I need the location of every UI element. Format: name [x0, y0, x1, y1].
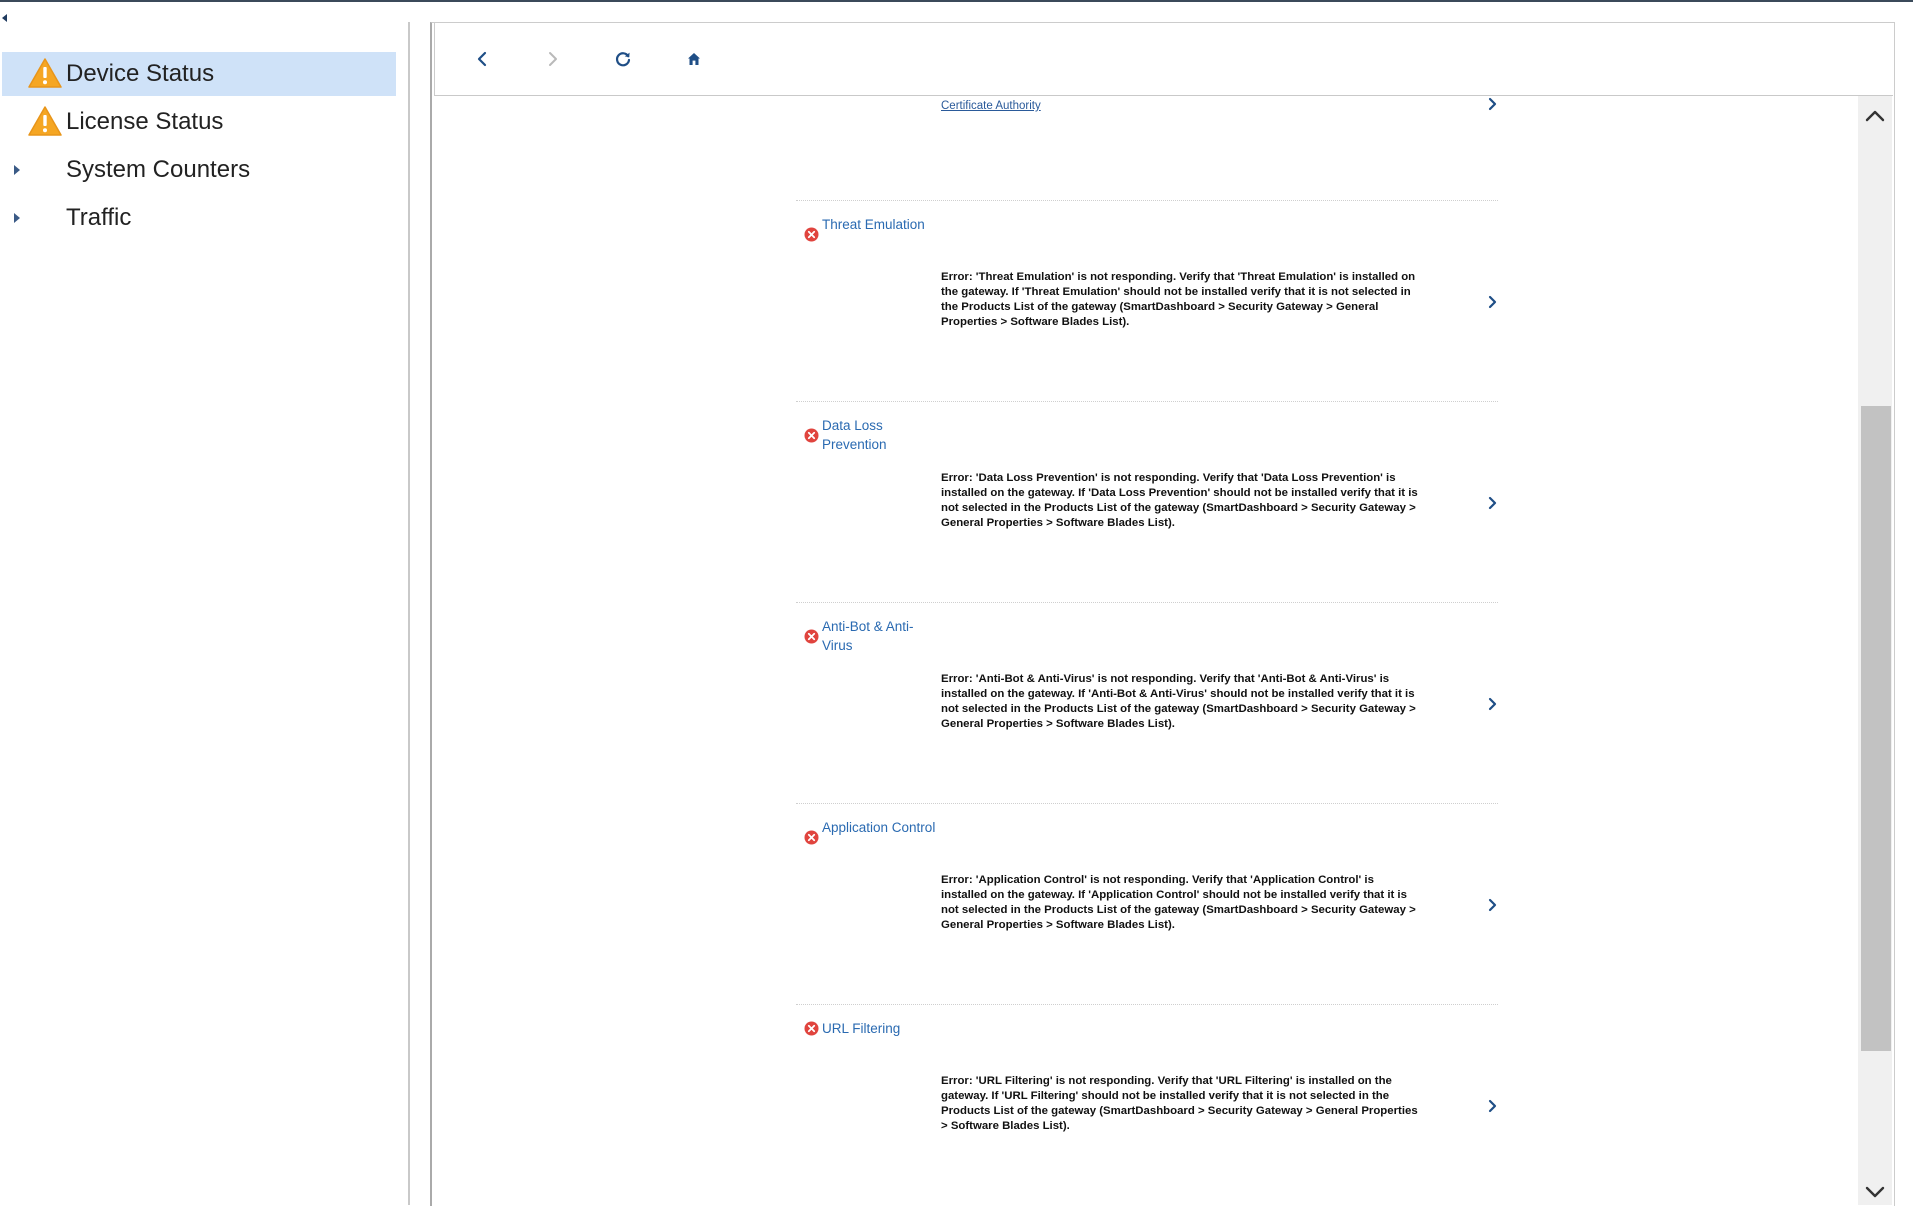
error-icon — [804, 1021, 819, 1036]
chevron-right-icon[interactable] — [1486, 96, 1500, 114]
list-item[interactable]: Anti-Bot & Anti-Virus Error: 'Anti-Bot &… — [796, 602, 1498, 803]
sidebar-divider[interactable] — [408, 22, 410, 1205]
warning-icon — [28, 106, 62, 136]
home-icon — [688, 53, 700, 65]
scroll-thumb[interactable] — [1861, 406, 1891, 1051]
toolbar — [434, 23, 1893, 96]
sidebar-item-label: System Counters — [66, 156, 251, 183]
chevron-right-icon[interactable] — [1486, 895, 1500, 915]
window-top-border — [0, 0, 1913, 2]
blade-name-link[interactable]: Data Loss Prevention — [822, 416, 942, 454]
collapse-sidebar-icon[interactable] — [2, 14, 7, 22]
warning-icon — [28, 58, 62, 88]
list-item[interactable]: Application Control Error: 'Application … — [796, 803, 1498, 1004]
blade-name-link[interactable]: Application Control — [822, 818, 942, 837]
error-icon — [804, 428, 819, 443]
blade-name-link[interactable]: Threat Emulation — [822, 215, 942, 234]
home-button[interactable] — [678, 43, 710, 75]
error-message: Error: 'Application Control' is not resp… — [941, 874, 1416, 931]
sidebar-item-device-status[interactable]: Device Status — [2, 52, 396, 96]
device-status-list: Certificate Authority Threat Emulation E… — [436, 96, 1856, 1205]
vertical-scrollbar[interactable] — [1858, 96, 1892, 1205]
chevron-right-icon[interactable] — [1486, 292, 1500, 312]
sidebar-item-license-status[interactable]: License Status — [2, 100, 396, 144]
error-message: Error: 'Anti-Bot & Anti-Virus' is not re… — [941, 673, 1416, 730]
chevron-right-icon[interactable] — [1486, 493, 1500, 513]
sidebar-item-traffic[interactable]: Traffic — [2, 196, 396, 240]
expand-arrow-icon[interactable] — [14, 165, 20, 175]
error-icon — [804, 227, 819, 242]
list-item[interactable]: Threat Emulation Error: 'Threat Emulatio… — [796, 200, 1498, 401]
scroll-up-icon[interactable] — [1862, 106, 1888, 126]
sidebar-item-system-counters[interactable]: System Counters — [2, 148, 396, 192]
back-button[interactable] — [466, 43, 498, 75]
certificate-authority-link[interactable]: Certificate Authority — [941, 100, 1041, 112]
sidebar-item-label: License Status — [66, 108, 224, 135]
forward-button[interactable] — [537, 43, 569, 75]
refresh-icon — [615, 52, 631, 67]
blade-name-link[interactable]: Anti-Bot & Anti-Virus — [822, 617, 942, 655]
back-icon — [477, 51, 487, 67]
error-message: Error: 'Data Loss Prevention' is not res… — [941, 472, 1418, 529]
sidebar-item-label: Traffic — [66, 204, 132, 231]
forward-icon — [549, 52, 557, 66]
error-message: Error: 'Threat Emulation' is not respond… — [941, 271, 1416, 328]
blade-name-link[interactable]: URL Filtering — [822, 1019, 942, 1038]
sidebar-item-label: Device Status — [66, 60, 215, 87]
scroll-down-icon[interactable] — [1862, 1182, 1888, 1202]
error-message: Error: 'URL Filtering' is not responding… — [941, 1075, 1418, 1132]
chevron-right-icon[interactable] — [1486, 1096, 1500, 1116]
expand-arrow-icon[interactable] — [14, 213, 20, 223]
error-icon — [804, 629, 819, 644]
list-item[interactable]: Data Loss Prevention Error: 'Data Loss P… — [796, 401, 1498, 602]
list-item[interactable]: URL Filtering Error: 'URL Filtering' is … — [796, 1004, 1498, 1205]
chevron-right-icon[interactable] — [1486, 694, 1500, 714]
refresh-button[interactable] — [607, 43, 639, 75]
error-icon — [804, 830, 819, 845]
